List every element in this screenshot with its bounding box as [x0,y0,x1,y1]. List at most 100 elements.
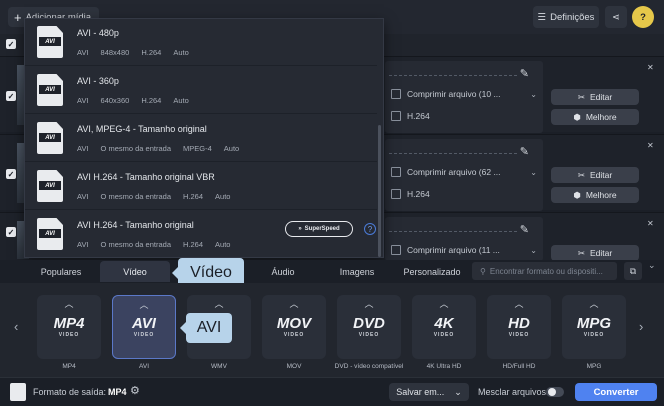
format-logo-sub: VIDEO [508,332,530,338]
preset-meta: AVI O mesmo da entrada H.264 Auto [77,192,230,201]
format-logo-sub: VIDEO [58,332,80,338]
edit-button[interactable]: ✂ Editar [551,245,639,261]
format-mp4[interactable]: ︿ MP4 VIDEO [37,295,101,359]
scissors-icon: ✂ [577,91,585,102]
tab-images[interactable]: Imagens [322,261,392,282]
preset-item[interactable]: AVI AVI, MPEG-4 - Tamanho original AVI O … [25,115,377,162]
meta-bitrate: Auto [223,144,240,153]
file-badge: AVI [39,133,61,142]
codec-value: H.264 [407,189,430,199]
meta-bitrate: Auto [215,240,231,249]
format-label: MP4 [62,363,76,370]
search-placeholder: Encontrar formato ou dispositi... [489,266,603,276]
chevron-up-icon: ︿ [439,299,449,309]
tab-popular[interactable]: Populares [26,261,96,282]
format-4k[interactable]: ︿ 4K VIDEO [412,295,476,359]
preset-item[interactable]: AVI AVI - 360p AVI 640x360 H.264 Auto [25,67,377,114]
settings-label: Definições [550,11,595,23]
preset-item[interactable]: AVI AVI H.264 - Tamanho original VBR AVI… [25,163,377,210]
avi-logo: AVI VIDEO [132,316,156,338]
preset-item[interactable]: AVI AVI - 480p AVI 848x480 H.264 Auto [25,19,377,66]
format-logo-text: MPG [576,315,612,332]
scrollbar[interactable] [378,125,381,257]
preset-title: AVI H.264 - Tamanho original VBR [77,172,215,182]
compress-icon [391,245,401,255]
avi-format-tooltip: AVI [180,313,232,343]
filename-field[interactable] [389,231,517,232]
chevron-down-icon: ⌄ [530,245,537,255]
format-logo-sub: VIDEO [358,332,380,338]
format-logo-text: HD [508,315,530,332]
chevron-left-icon[interactable]: ‹ [14,319,18,334]
output-settings-card: ✎ Comprimir arquivo (11 ... ⌄ [385,217,543,261]
chevron-up-icon: ︿ [589,299,599,309]
format-logo-sub: VIDEO [433,332,455,338]
row-checkbox[interactable]: ✓ [6,169,16,179]
help-icon[interactable]: ? [364,223,376,235]
chevron-down-icon: ⌄ [530,89,537,99]
share-button[interactable]: ⋖ [605,6,627,28]
row-checkbox[interactable]: ✓ [6,227,16,237]
file-size-dropdown[interactable]: Comprimir arquivo (11 ... ⌄ [391,245,537,255]
edit-label: Editar [589,248,613,258]
format-hd[interactable]: ︿ HD VIDEO [487,295,551,359]
merge-toggle[interactable] [546,387,564,397]
edit-button[interactable]: ✂ Editar [551,89,639,105]
tab-video[interactable]: Vídeo [100,261,170,282]
lightning-icon: » [298,226,302,232]
close-icon[interactable]: ✕ [647,141,654,150]
chevron-up-icon: ︿ [514,299,524,309]
format-label: MPG [586,363,602,370]
meta-bitrate: Auto [173,48,189,57]
gear-icon[interactable]: ⚙ [130,384,140,397]
mov-logo: MOV VIDEO [277,316,311,338]
chevron-up-icon: ︿ [289,299,299,309]
device-detect-icon[interactable]: ⧉ [624,262,642,280]
close-icon[interactable]: ✕ [647,63,654,72]
filename-field[interactable] [389,153,517,154]
enhance-button[interactable]: ⬢ Melhore [551,109,639,125]
format-mov[interactable]: ︿ MOV VIDEO [262,295,326,359]
format-dvd[interactable]: ︿ DVD VIDEO [337,295,401,359]
tab-audio[interactable]: Áudio [248,261,318,282]
preset-item[interactable]: AVI AVI H.264 - Tamanho original AVI O me… [25,211,377,257]
codec-icon [391,111,401,121]
preset-meta: AVI 848x480 H.264 Auto [77,48,189,57]
file-size-dropdown[interactable]: Comprimir arquivo (62 ... ⌄ [391,167,537,177]
file-size-value: Comprimir arquivo (62 ... [407,167,501,177]
filename-field[interactable] [389,75,517,76]
close-icon[interactable]: ✕ [647,219,654,228]
format-search-input[interactable]: ⚲ Encontrar formato ou dispositi... [472,262,617,280]
chevron-up-icon: ︿ [214,299,224,309]
format-logo-sub: VIDEO [133,332,155,338]
file-size-dropdown[interactable]: Comprimir arquivo (10 ... ⌄ [391,89,537,99]
format-mpg[interactable]: ︿ MPG VIDEO [562,295,626,359]
enhance-button[interactable]: ⬢ Melhore [551,187,639,203]
scissors-icon: ✂ [577,169,585,180]
output-format-icon [10,383,26,401]
hd-logo: HD VIDEO [508,316,530,338]
chevron-right-icon[interactable]: › [639,319,643,334]
row-checkbox[interactable]: ✓ [6,91,16,101]
meta-container: AVI [77,192,89,201]
pencil-icon[interactable]: ✎ [520,67,529,80]
settings-button[interactable]: ☰ Definições [533,6,599,28]
preset-meta: AVI O mesmo da entrada MPEG-4 Auto [77,144,239,153]
chevron-down-icon: ⌄ [454,386,462,397]
pencil-icon[interactable]: ✎ [520,223,529,236]
pencil-icon[interactable]: ✎ [520,145,529,158]
format-avi[interactable]: ︿ AVI VIDEO [112,295,176,359]
settings-icon: ☰ [537,11,547,23]
help-button[interactable]: ? [632,6,654,28]
format-logo-text: MP4 [53,315,85,332]
meta-container: AVI [77,144,89,153]
chevron-down-icon[interactable]: ⌄ [648,260,656,271]
meta-resolution: O mesmo da entrada [100,144,171,153]
edit-button[interactable]: ✂ Editar [551,167,639,183]
select-all-checkbox[interactable]: ✓ [6,39,16,49]
meta-codec: H.264 [141,48,162,57]
tab-custom[interactable]: Personalizado [396,261,468,282]
save-to-dropdown[interactable]: Salvar em... ⌄ [389,383,469,401]
preset-dropdown: AVI AVI - 480p AVI 848x480 H.264 Auto AVI A… [24,18,384,258]
convert-button[interactable]: Converter [575,383,657,401]
